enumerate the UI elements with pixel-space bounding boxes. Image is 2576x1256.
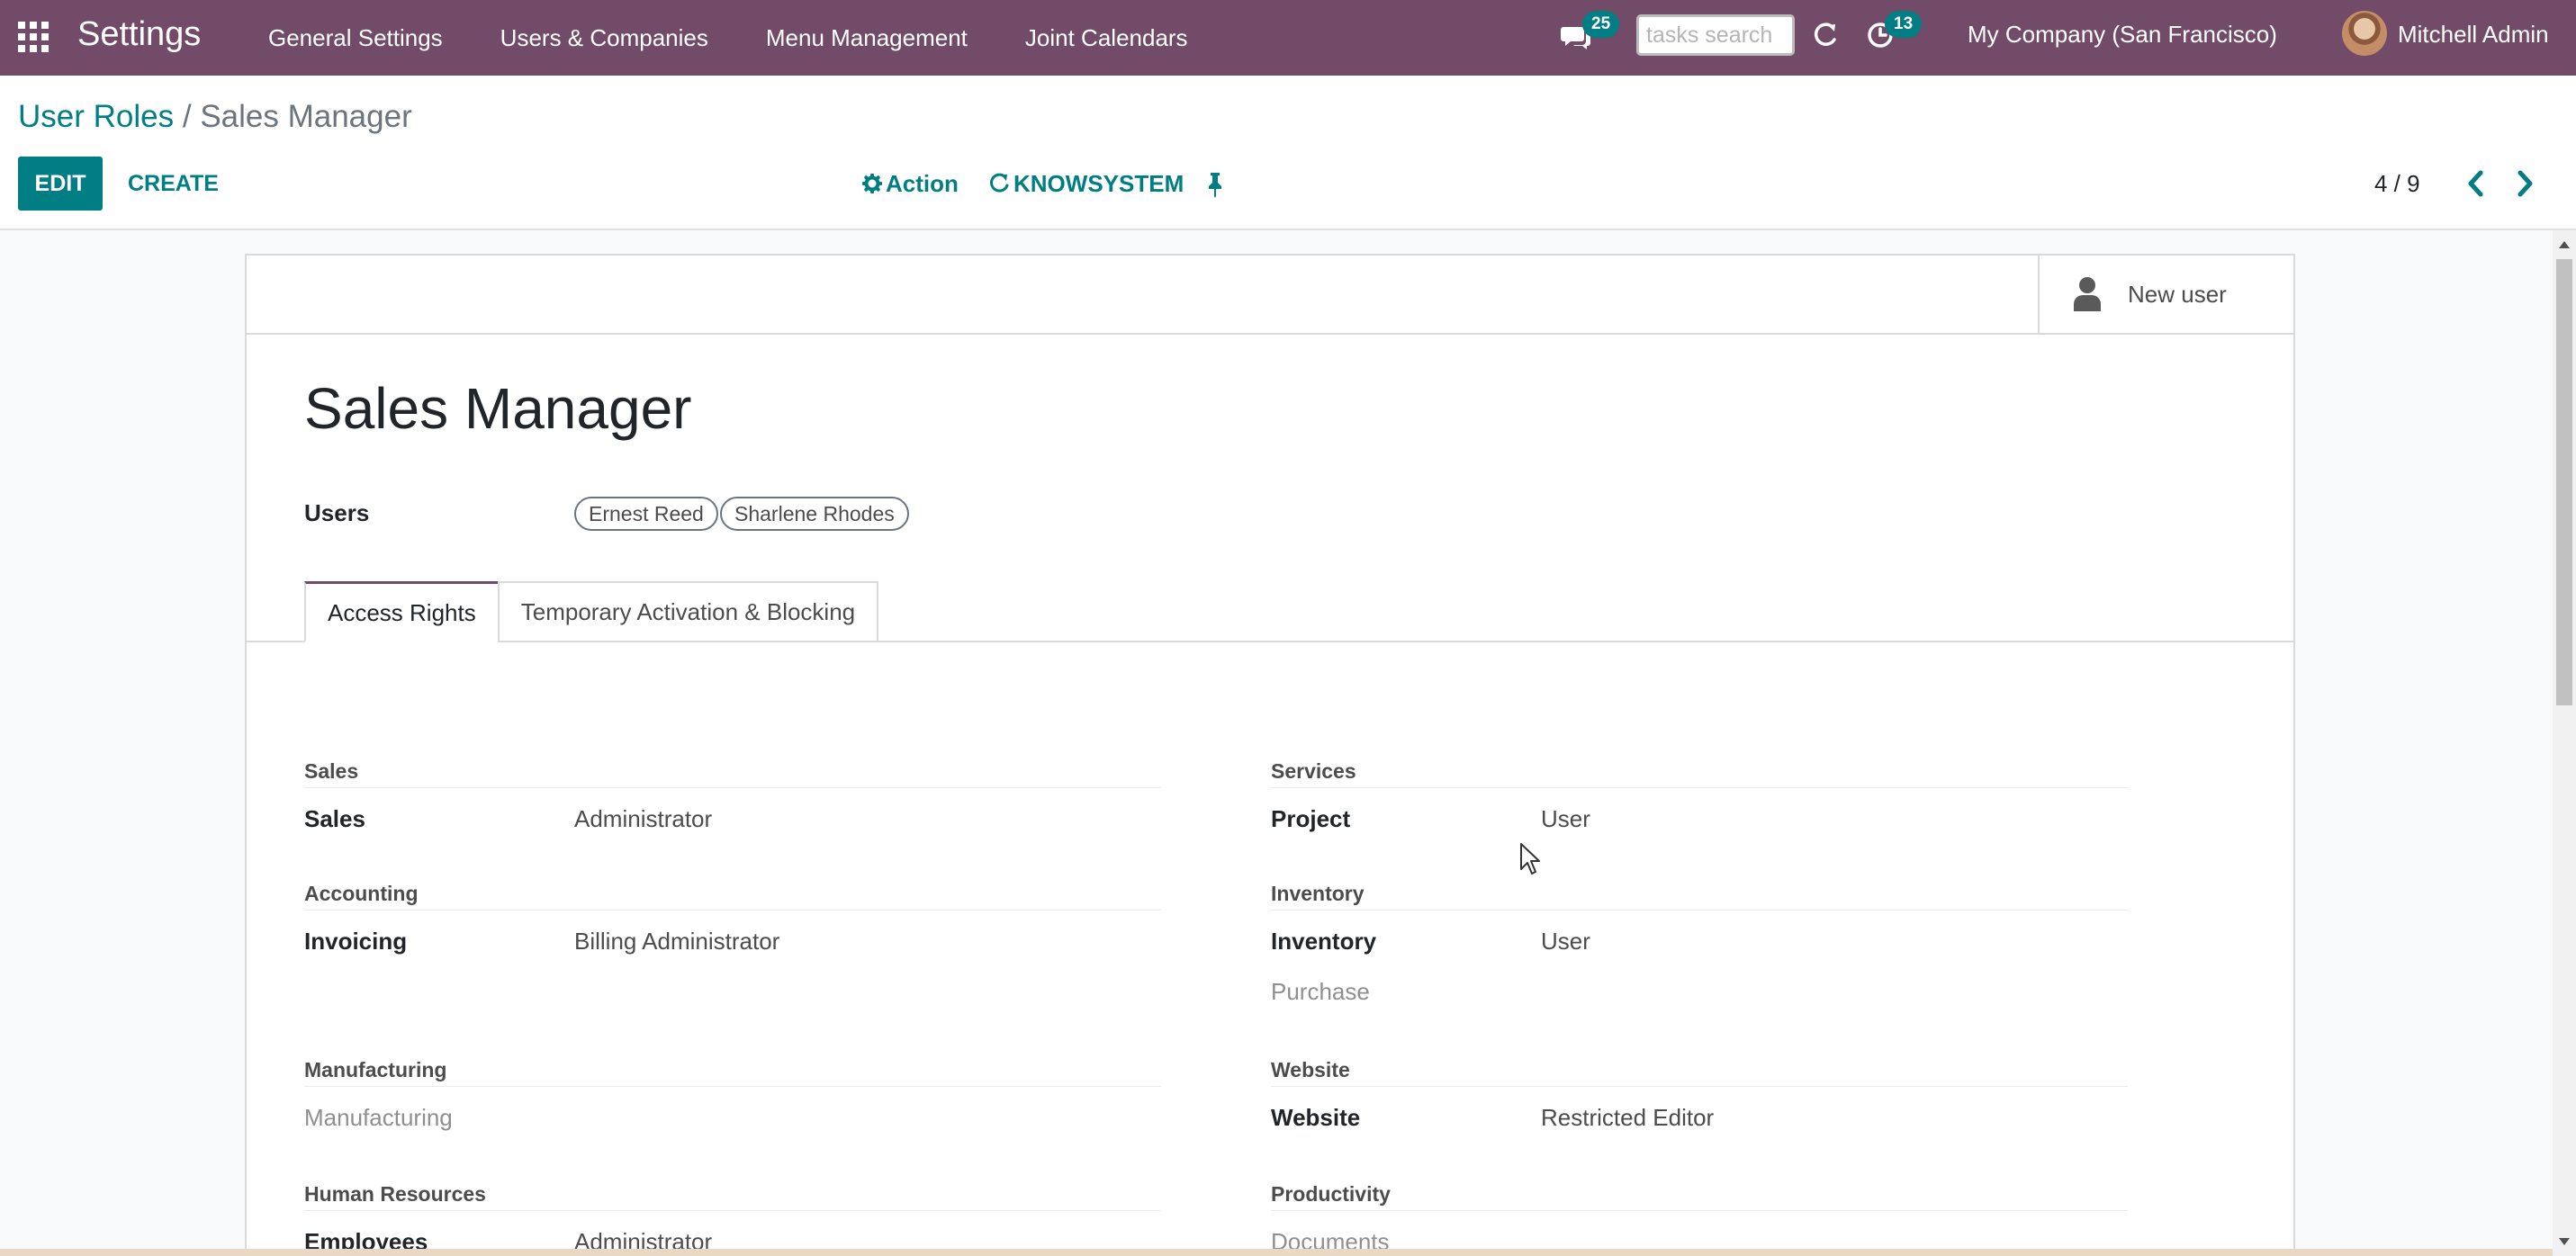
field-label-invoicing: Invoicing [304, 928, 408, 955]
user-menu[interactable]: Mitchell Admin [2398, 0, 2549, 68]
group-title-productivity: Productivity [1271, 1182, 1391, 1206]
group-title-services: Services [1271, 759, 1356, 783]
group-title-manufacturing: Manufacturing [304, 1058, 447, 1081]
group-separator [304, 787, 1161, 788]
user-tag-ernest-reed[interactable]: Ernest Reed [574, 497, 718, 531]
menu-menu-management[interactable]: Menu Management [766, 0, 968, 76]
scrollbar-thumb[interactable] [2556, 259, 2572, 705]
chevron-right-icon[interactable] [2513, 169, 2536, 198]
tab-temporary-activation-blocking[interactable]: Temporary Activation & Blocking [497, 581, 879, 642]
activity-count-badge: 13 [1885, 11, 1923, 38]
field-label-inventory: Inventory [1271, 928, 1377, 955]
knowsystem-button[interactable]: KNOWSYSTEM [988, 167, 1184, 200]
edit-button[interactable]: EDIT [18, 157, 103, 211]
field-value-project[interactable]: User [1541, 803, 1590, 835]
tasks-search-input[interactable] [1636, 14, 1795, 56]
vertical-scrollbar[interactable] [2553, 230, 2576, 1256]
field-value-website[interactable]: Restricted Editor [1541, 1101, 1714, 1134]
group-separator [304, 910, 1161, 911]
knowsystem-refresh-icon[interactable] [1811, 22, 1838, 50]
chevron-left-icon[interactable] [2464, 169, 2488, 198]
group-separator [1271, 1210, 2128, 1211]
users-field-label: Users [304, 499, 370, 526]
breadcrumb: User Roles / Sales Manager [18, 97, 412, 137]
field-label-manufacturing: Manufacturing [304, 1104, 453, 1131]
field-label-sales: Sales [304, 805, 365, 832]
main-menu: General Settings Users & Companies Menu … [268, 0, 1246, 76]
knowsystem-label: KNOWSYSTEM [1013, 170, 1184, 197]
chat-count-badge: 25 [1582, 11, 1620, 38]
create-button[interactable]: CREATE [113, 157, 233, 211]
mouse-cursor-icon [1520, 843, 1540, 875]
menu-general-settings[interactable]: General Settings [268, 0, 443, 76]
group-separator [1271, 1086, 2128, 1087]
smart-button-box: New user [247, 256, 2293, 335]
top-navbar: Settings General Settings Users & Compan… [0, 0, 2576, 76]
apps-menu-icon[interactable] [18, 22, 49, 52]
knowsystem-icon [990, 173, 1009, 193]
gear-icon [862, 174, 882, 193]
group-title-accounting: Accounting [304, 882, 419, 905]
field-label-purchase: Purchase [1271, 978, 1370, 1005]
field-label-project: Project [1271, 805, 1351, 832]
scroll-up-arrow-icon[interactable] [2559, 241, 2570, 248]
field-label-website: Website [1271, 1104, 1361, 1131]
scroll-down-arrow-icon[interactable] [2559, 1238, 2570, 1245]
breadcrumb-user-roles[interactable]: User Roles [18, 99, 174, 134]
user-tag-sharlene-rhodes[interactable]: Sharlene Rhodes [720, 497, 909, 531]
group-title-sales: Sales [304, 759, 359, 783]
pin-icon[interactable] [1204, 171, 1226, 198]
bottom-edge-strip [0, 1249, 2553, 1256]
group-separator [304, 1210, 1161, 1211]
group-title-inventory: Inventory [1271, 882, 1365, 905]
group-separator [1271, 910, 2128, 911]
action-label: Action [886, 170, 959, 197]
app-name[interactable]: Settings [77, 13, 201, 56]
form-sheet: New user Sales Manager Users Ernest Reed… [245, 254, 2295, 1256]
breadcrumb-separator: / [182, 99, 192, 134]
action-dropdown[interactable]: Action [862, 167, 959, 200]
user-icon [2074, 277, 2101, 311]
group-separator [304, 1086, 1161, 1087]
new-user-label: New user [2128, 280, 2227, 308]
new-user-button[interactable]: New user [2038, 256, 2293, 333]
field-value-sales[interactable]: Administrator [574, 803, 712, 835]
menu-users-companies[interactable]: Users & Companies [500, 0, 708, 76]
record-title[interactable]: Sales Manager [304, 372, 691, 444]
field-value-invoicing[interactable]: Billing Administrator [574, 925, 779, 957]
group-title-website: Website [1271, 1058, 1350, 1081]
field-value-inventory[interactable]: User [1541, 925, 1590, 957]
form-tabs: Access Rights Temporary Activation & Blo… [304, 581, 879, 642]
group-title-human-resources: Human Resources [304, 1182, 486, 1206]
breadcrumb-current: Sales Manager [200, 99, 412, 134]
menu-joint-calendars[interactable]: Joint Calendars [1025, 0, 1188, 76]
group-separator [1271, 787, 2128, 788]
pager-value[interactable]: 4 / 9 [2374, 167, 2420, 200]
user-avatar[interactable] [2342, 11, 2387, 56]
tab-access-rights[interactable]: Access Rights [304, 581, 500, 642]
company-switcher[interactable]: My Company (San Francisco) [1968, 0, 2277, 68]
